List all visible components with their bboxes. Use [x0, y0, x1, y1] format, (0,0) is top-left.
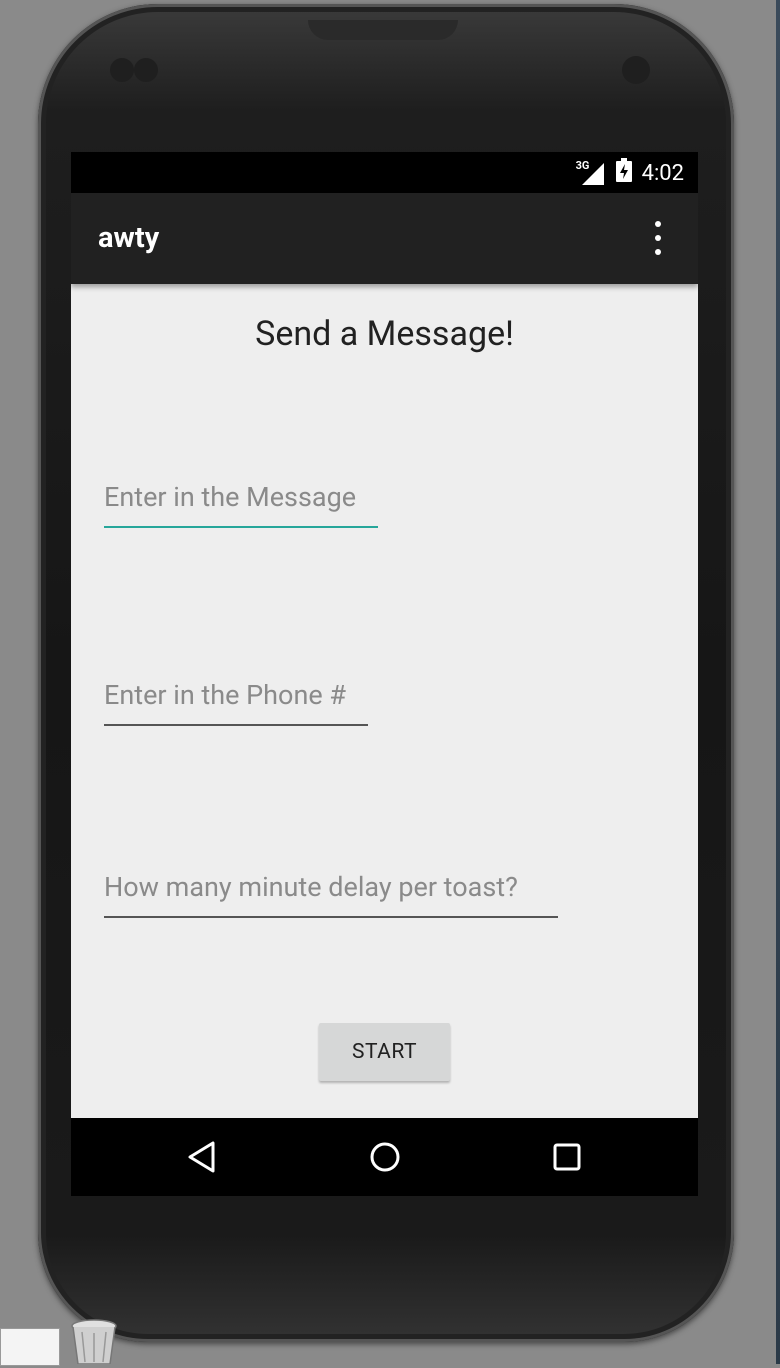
page-title: Send a Message!	[255, 314, 514, 354]
front-camera	[622, 56, 650, 84]
main-content: Send a Message! START	[71, 284, 698, 1118]
phone-sensor	[110, 58, 134, 82]
delay-minutes-input[interactable]	[104, 864, 558, 918]
desktop-file-thumbnail[interactable]	[0, 1328, 60, 1366]
recents-square-icon[interactable]	[550, 1140, 584, 1174]
device-screen: 3G 4:02 awty Send a Message! START	[71, 152, 698, 1196]
home-circle-icon[interactable]	[368, 1140, 402, 1174]
start-button[interactable]: START	[319, 1023, 450, 1081]
battery-icon	[615, 158, 632, 188]
status-bar: 3G 4:02	[71, 152, 698, 193]
trash-icon[interactable]	[70, 1318, 118, 1365]
phone-speaker	[308, 20, 458, 40]
navigation-bar	[71, 1118, 698, 1196]
back-triangle-icon[interactable]	[185, 1140, 219, 1174]
desktop-background-strip	[776, 0, 780, 1364]
app-title: awty	[98, 221, 160, 255]
message-input[interactable]	[104, 474, 378, 528]
phone-input[interactable]	[104, 672, 368, 726]
status-icons: 3G 4:02	[575, 158, 684, 188]
phone-sensor	[134, 58, 158, 82]
signal-icon: 3G	[575, 159, 606, 185]
more-vert-icon[interactable]	[648, 221, 668, 255]
app-bar: awty	[71, 193, 698, 284]
clock-time: 4:02	[641, 160, 684, 186]
network-type-label: 3G	[575, 159, 590, 172]
